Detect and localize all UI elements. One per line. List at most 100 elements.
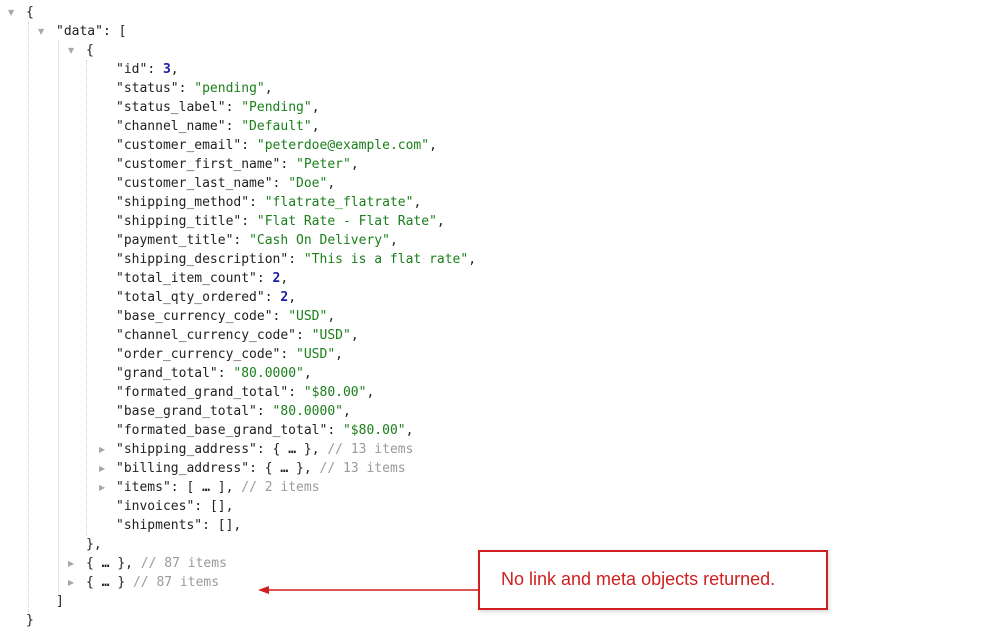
field-value: "Flat Rate - Flat Rate": [256, 214, 437, 229]
field-value: "USD": [288, 309, 328, 324]
collapsed-item-row[interactable]: { … } // 87 items: [86, 573, 219, 592]
collapsed-item-row[interactable]: { … }, // 87 items: [86, 554, 227, 573]
field-value: "peterdoe@example.com": [256, 138, 430, 153]
json-field-row: "customer_email": "peterdoe@example.com"…: [116, 138, 437, 153]
field-value: "80.0000": [272, 404, 343, 419]
expand-toggle[interactable]: ▶: [99, 440, 109, 459]
field-value: "Default": [241, 119, 312, 134]
field-key: "customer_email": [116, 138, 242, 153]
collapsed-ellipsis[interactable]: …: [202, 480, 210, 495]
json-field-row: "channel_name": "Default",: [116, 119, 320, 134]
json-field-row: "total_item_count": 2,: [116, 271, 289, 286]
field-key: "total_item_count": [116, 271, 257, 286]
item-count-comment: // 2 items: [241, 480, 320, 495]
field-key: "customer_last_name": [116, 176, 273, 191]
field-value: "Doe": [288, 176, 328, 191]
json-field-row: "formated_base_grand_total": "$80.00",: [116, 423, 414, 438]
field-value: "pending": [194, 81, 265, 96]
field-key: "items": [116, 480, 171, 495]
field-value: "Cash On Delivery": [249, 233, 390, 248]
item-count-comment: // 13 items: [327, 442, 414, 457]
json-field-row: "total_qty_ordered": 2,: [116, 290, 297, 305]
field-key: "payment_title": [116, 233, 234, 248]
field-value: "flatrate_flatrate": [264, 195, 414, 210]
json-field-row: "customer_first_name": "Peter",: [116, 157, 359, 172]
field-value: "USD": [311, 328, 351, 343]
field-key: "id": [116, 62, 148, 77]
close-bracket: }: [296, 461, 304, 476]
field-value: "$80.00": [342, 423, 406, 438]
collapsed-field-row[interactable]: "billing_address": { … }, // 13 items: [116, 459, 406, 478]
field-value: "$80.00": [303, 385, 367, 400]
field-key: "formated_base_grand_total": [116, 423, 328, 438]
json-field-row: "formated_grand_total": "$80.00",: [116, 385, 375, 400]
json-field-row: "grand_total": "80.0000",: [116, 366, 312, 381]
field-value: "80.0000": [233, 366, 304, 381]
field-key: "status": [116, 81, 179, 96]
indent-guide: [86, 60, 87, 536]
field-value: []: [209, 499, 226, 514]
open-brace: {: [86, 556, 94, 571]
data-close-bracket: ]: [56, 594, 64, 609]
indent-guide: [58, 41, 59, 594]
field-key: "formated_grand_total": [116, 385, 289, 400]
json-field-row: "shipping_title": "Flat Rate - Flat Rate…: [116, 214, 445, 229]
json-field-row: "invoices": [],: [116, 499, 234, 514]
json-field-row: "id": 3,: [116, 62, 179, 77]
json-viewer: ▼ { ▼ "data": [ ▼ { "id": 3, "status": "p…: [0, 0, 988, 635]
field-value: "USD": [296, 347, 336, 362]
json-field-row: "shipping_method": "flatrate_flatrate",: [116, 195, 422, 210]
field-value: "Pending": [241, 100, 312, 115]
open-brace: {: [86, 575, 94, 590]
collapse-root-toggle[interactable]: ▼: [8, 3, 18, 22]
field-key: "grand_total": [116, 366, 218, 381]
trailing-comma: ,: [125, 556, 133, 571]
json-field-row: "shipping_description": "This is a flat …: [116, 252, 477, 267]
expand-item-toggle[interactable]: ▶: [68, 554, 78, 573]
expand-toggle[interactable]: ▶: [99, 459, 109, 478]
field-value: 3: [162, 62, 171, 77]
close-brace: }: [117, 556, 126, 571]
json-field-row: "status_label": "Pending",: [116, 100, 320, 115]
json-field-row: "channel_currency_code": "USD",: [116, 328, 359, 343]
json-field-row: "base_currency_code": "USD",: [116, 309, 336, 324]
collapsed-ellipsis[interactable]: …: [288, 442, 296, 457]
field-key: "order_currency_code": [116, 347, 281, 362]
collapse-item-toggle[interactable]: ▼: [68, 41, 78, 60]
open-bracket: {: [264, 461, 273, 476]
item-count-comment: // 13 items: [319, 461, 406, 476]
json-field-row: "status": "pending",: [116, 81, 273, 96]
item-count-comment: // 87 items: [132, 575, 220, 590]
field-value: "This is a flat rate": [303, 252, 469, 267]
field-key: "customer_first_name": [116, 157, 281, 172]
collapsed-field-row[interactable]: "shipping_address": { … }, // 13 items: [116, 440, 413, 459]
root-open-brace: {: [26, 5, 34, 20]
field-key: "shipments": [116, 518, 203, 533]
expand-toggle[interactable]: ▶: [99, 478, 109, 497]
data-key-line: "data": [: [56, 24, 127, 39]
field-key: "total_qty_ordered": [116, 290, 265, 305]
field-key: "shipping_title": [116, 214, 242, 229]
close-bracket: }: [303, 442, 312, 457]
json-field-row: "order_currency_code": "USD",: [116, 347, 343, 362]
field-key: "shipping_description": [116, 252, 289, 267]
field-key: "shipping_address": [116, 442, 257, 457]
collapsed-field-row[interactable]: "items": [ … ], // 2 items: [116, 478, 320, 497]
close-bracket: ]: [217, 480, 226, 495]
item-open-brace: {: [86, 43, 94, 58]
json-field-row: "base_grand_total": "80.0000",: [116, 404, 351, 419]
field-key: "base_currency_code": [116, 309, 273, 324]
indent-guide: [28, 22, 29, 612]
root-close-brace: }: [26, 613, 34, 628]
field-key: "status_label": [116, 100, 226, 115]
field-key: "invoices": [116, 499, 195, 514]
expand-item-toggle[interactable]: ▶: [68, 573, 78, 592]
data-key: "data": [56, 24, 103, 39]
json-field-row: "customer_last_name": "Doe",: [116, 176, 336, 191]
field-key: "channel_name": [116, 119, 226, 134]
annotation-text: No link and meta objects returned.: [501, 569, 776, 589]
field-value: []: [217, 518, 234, 533]
collapse-data-toggle[interactable]: ▼: [38, 22, 48, 41]
close-brace: }: [117, 575, 126, 590]
json-field-row: "shipments": [],: [116, 518, 242, 533]
